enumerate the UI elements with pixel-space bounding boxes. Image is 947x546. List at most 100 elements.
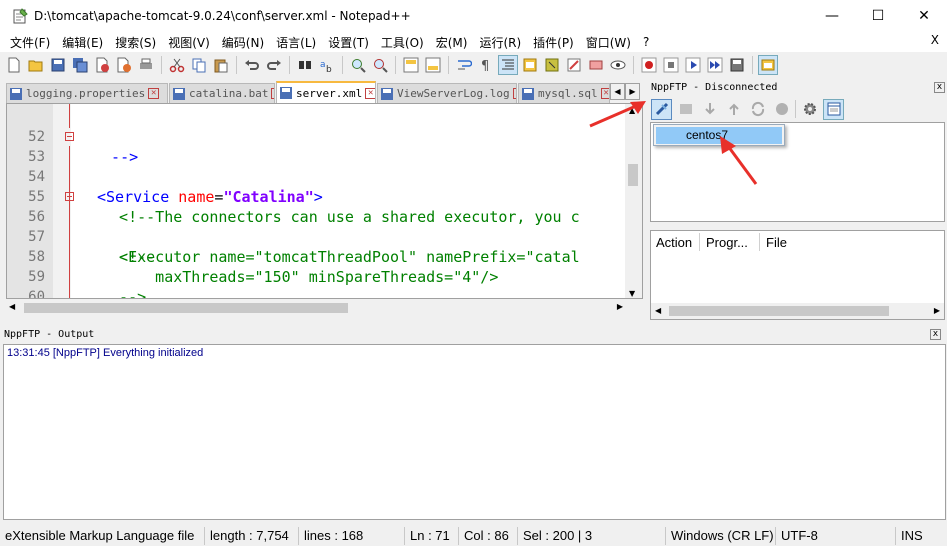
run-macro-multiple-icon[interactable] <box>705 55 725 75</box>
queue-header-action[interactable]: Action <box>656 231 692 253</box>
download-icon <box>699 99 720 120</box>
tab-close-icon[interactable]: ✕ <box>365 87 375 99</box>
scroll-thumb[interactable] <box>24 303 348 313</box>
menu-file[interactable]: 文件(F) <box>0 34 56 51</box>
save-all-icon[interactable] <box>70 55 90 75</box>
queue-header-file[interactable]: File <box>766 231 787 253</box>
scroll-thumb[interactable] <box>669 306 889 316</box>
svg-text:¶: ¶ <box>481 59 489 73</box>
word-wrap-icon[interactable] <box>454 55 474 75</box>
stop-macro-icon[interactable] <box>661 55 681 75</box>
nppftp-close-button[interactable]: x <box>934 81 945 93</box>
toolbar-separator <box>795 100 796 118</box>
code-line: 54 <box>7 147 627 185</box>
abort-icon <box>771 99 792 120</box>
status-bar: eXtensible Markup Language file length :… <box>0 526 947 546</box>
queue-header-progress[interactable]: Progr... <box>706 231 748 253</box>
fold-toggle-icon[interactable] <box>65 132 74 141</box>
status-insert-mode[interactable]: INS <box>895 527 947 545</box>
tab-viewserverlog-log[interactable]: ViewServerLog.log ✕ <box>377 83 517 103</box>
redo-icon[interactable] <box>264 55 284 75</box>
close-window-button[interactable]: ✕ <box>901 0 947 32</box>
connect-icon[interactable] <box>651 98 672 120</box>
cut-icon[interactable] <box>167 55 187 75</box>
save-macro-icon[interactable] <box>727 55 747 75</box>
close-file-icon[interactable] <box>92 55 112 75</box>
tab-catalina-bat[interactable]: catalina.bat ✕ <box>169 83 275 103</box>
eye-icon[interactable] <box>608 55 628 75</box>
nppftp-panel-header: NppFTP - Disconnected x <box>649 78 947 96</box>
maximize-button[interactable]: ☐ <box>855 0 901 32</box>
replace-icon[interactable]: ab <box>317 55 337 75</box>
menu-edit[interactable]: 编辑(E) <box>56 34 109 51</box>
print-icon[interactable] <box>136 55 156 75</box>
copy-icon[interactable] <box>189 55 209 75</box>
folder-workspace-icon[interactable] <box>564 55 584 75</box>
undo-icon[interactable] <box>242 55 262 75</box>
menu-settings[interactable]: 设置(T) <box>322 34 375 51</box>
paste-icon[interactable] <box>211 55 231 75</box>
close-all-icon[interactable] <box>114 55 134 75</box>
nppftp-toggle-icon[interactable] <box>758 55 778 75</box>
menu-macro[interactable]: 宏(M) <box>430 34 474 51</box>
menu-help[interactable]: ? <box>637 35 655 49</box>
scroll-right-icon[interactable]: ▶ <box>934 306 940 315</box>
tab-close-icon[interactable]: ✕ <box>148 88 160 99</box>
fold-toggle-icon[interactable] <box>65 192 74 201</box>
menu-run[interactable]: 运行(R) <box>473 34 527 51</box>
message-window-icon[interactable] <box>823 98 844 120</box>
close-document-button[interactable]: X <box>931 33 939 47</box>
function-list-icon[interactable] <box>542 55 562 75</box>
show-all-chars-icon[interactable]: ¶ <box>476 55 496 75</box>
queue-horizontal-scrollbar[interactable]: ◀ ▶ <box>651 303 944 319</box>
open-file-icon[interactable] <box>26 55 46 75</box>
status-eol[interactable]: Windows (CR LF) <box>665 527 775 545</box>
toolbar-separator <box>161 56 162 74</box>
record-macro-icon[interactable] <box>639 55 659 75</box>
refresh-icon <box>747 99 768 120</box>
scroll-right-icon[interactable]: ▶ <box>617 302 623 311</box>
scroll-left-icon[interactable]: ◀ <box>9 302 15 311</box>
minimize-button[interactable]: — <box>809 0 855 32</box>
code-editor[interactable]: 52 --> 53 <Service name="Catalina"> 54 5… <box>6 103 643 299</box>
scroll-thumb[interactable] <box>628 164 638 186</box>
new-file-icon[interactable] <box>4 55 24 75</box>
indent-guide-icon[interactable] <box>498 55 518 75</box>
svg-text:a: a <box>320 60 326 70</box>
tab-logging-properties[interactable]: logging.properties ✕ <box>6 83 168 103</box>
document-map-icon[interactable] <box>520 55 540 75</box>
column-divider <box>759 233 760 251</box>
menu-encoding[interactable]: 编码(N) <box>216 34 270 51</box>
menu-view[interactable]: 视图(V) <box>162 34 216 51</box>
monitoring-icon[interactable] <box>586 55 606 75</box>
menu-search[interactable]: 搜索(S) <box>109 34 162 51</box>
menu-plugins[interactable]: 插件(P) <box>527 34 580 51</box>
tab-close-icon[interactable]: ✕ <box>512 88 516 99</box>
scroll-left-icon[interactable]: ◀ <box>655 306 661 315</box>
sync-horizontal-icon[interactable] <box>423 55 443 75</box>
sync-vertical-icon[interactable] <box>401 55 421 75</box>
status-length: length : 7,754 <box>204 527 298 545</box>
settings-gear-icon[interactable] <box>799 99 820 120</box>
code-line: 60 <box>7 267 627 298</box>
status-encoding[interactable]: UTF-8 <box>775 527 895 545</box>
editor-horizontal-scrollbar[interactable]: ◀ ▶ <box>6 299 626 317</box>
status-line-number: Ln : 71 <box>404 527 458 545</box>
output-close-button[interactable]: x <box>930 328 941 340</box>
find-icon[interactable] <box>295 55 315 75</box>
editor-vertical-scrollbar[interactable]: ▲ ▼ <box>625 104 642 298</box>
scroll-down-icon[interactable]: ▼ <box>629 289 635 298</box>
menu-tools[interactable]: 工具(O) <box>375 34 430 51</box>
menu-language[interactable]: 语言(L) <box>270 34 322 51</box>
menu-window[interactable]: 窗口(W) <box>580 34 637 51</box>
tab-server-xml[interactable]: server.xml ✕ <box>276 81 376 103</box>
tab-close-icon[interactable]: ✕ <box>271 88 274 99</box>
saved-file-icon <box>522 87 534 100</box>
zoom-in-icon[interactable] <box>348 55 368 75</box>
output-log[interactable]: 13:31:45 [NppFTP] Everything initialized <box>3 344 946 520</box>
play-macro-icon[interactable] <box>683 55 703 75</box>
toolbar-separator <box>752 56 753 74</box>
zoom-out-icon[interactable] <box>370 55 390 75</box>
nppftp-transfer-queue: Action Progr... File ◀ ▶ <box>650 230 945 320</box>
save-icon[interactable] <box>48 55 68 75</box>
